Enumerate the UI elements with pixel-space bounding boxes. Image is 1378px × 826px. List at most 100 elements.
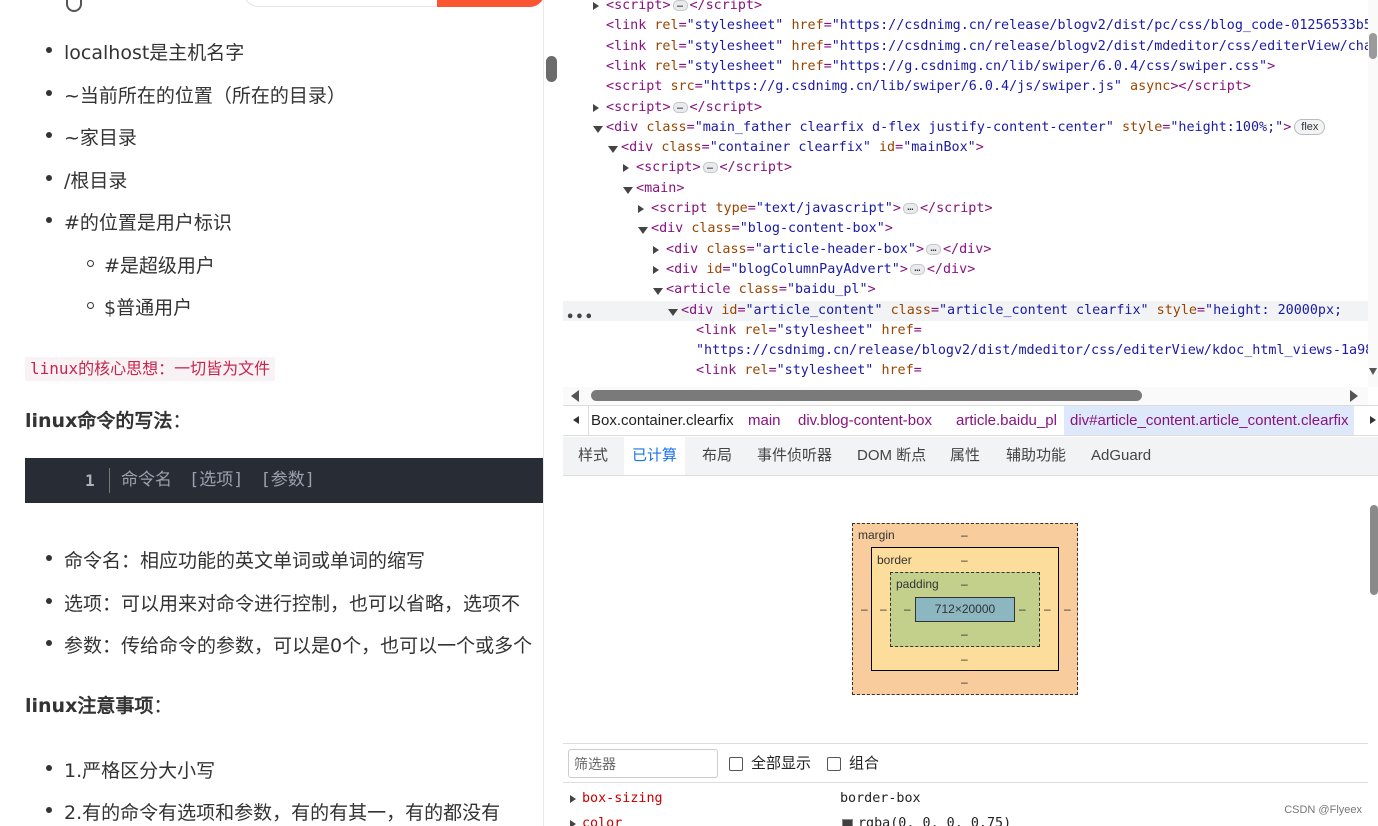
collapse-arrow-icon[interactable] xyxy=(653,288,663,295)
computed-property-row[interactable]: box-sizing border-box xyxy=(563,787,1368,811)
breadcrumb-item[interactable]: article.baidu_pl xyxy=(950,406,1063,435)
tab-properties[interactable]: 属性 xyxy=(942,437,988,475)
punctuation: < xyxy=(606,120,615,135)
margin-right-value[interactable]: – xyxy=(1064,602,1071,616)
expand-ellipsis-icon[interactable]: … xyxy=(702,161,718,173)
dom-node-row[interactable]: <script>… </script> xyxy=(563,158,1368,178)
padding-left-value[interactable]: – xyxy=(904,602,911,616)
tab-accessibility[interactable]: 辅助功能 xyxy=(998,437,1074,475)
expand-arrow-icon[interactable] xyxy=(653,266,659,274)
expand-arrow-icon[interactable] xyxy=(653,246,659,254)
dom-node-row[interactable]: <link rel="stylesheet" href="https://csd… xyxy=(563,37,1368,57)
dom-node-row[interactable]: <script type="text/javascript">… </script… xyxy=(563,199,1368,219)
article-scrollbar[interactable] xyxy=(543,0,563,826)
breadcrumb-item[interactable]: div.blog-content-box xyxy=(792,406,938,435)
dom-node-row[interactable]: <main> xyxy=(563,179,1368,199)
border-right-value[interactable]: – xyxy=(1044,602,1051,616)
tab-layout[interactable]: 布局 xyxy=(694,437,740,475)
dom-tree-vertical-scrollbar-thumb[interactable] xyxy=(1369,33,1377,59)
punctuation: = xyxy=(737,303,746,318)
tab-event-listeners[interactable]: 事件侦听器 xyxy=(749,437,840,475)
collapse-arrow-icon[interactable] xyxy=(638,227,648,234)
scroll-down-arrow-icon[interactable] xyxy=(1369,368,1377,375)
breadcrumb-item[interactable]: Box.container.clearfix xyxy=(585,406,740,435)
tab-adguard[interactable]: AdGuard xyxy=(1083,437,1159,475)
dom-node-row[interactable]: <link rel="stylesheet" href="https://g.c… xyxy=(563,57,1368,77)
collapse-arrow-icon[interactable] xyxy=(593,126,603,133)
border-bottom-value[interactable]: – xyxy=(961,652,968,666)
expand-arrow-icon[interactable] xyxy=(638,205,644,213)
dom-node-markup: "https://csdnimg.cn/release/blogv2/dist/… xyxy=(696,341,1368,361)
elements-dom-tree[interactable]: <script>… </script> <link rel="stylesheet"… xyxy=(563,0,1368,387)
expand-arrow-icon[interactable] xyxy=(570,795,576,803)
punctuation: = xyxy=(778,282,787,297)
breadcrumb-item[interactable]: main xyxy=(742,406,787,435)
filter-input[interactable] xyxy=(568,749,718,778)
list-item: ~当前所在的位置（所在的目录） xyxy=(64,85,346,107)
dom-node-row[interactable]: <script>… </script> xyxy=(563,98,1368,118)
computed-pane-scrollbar-thumb[interactable] xyxy=(1370,505,1378,595)
punctuation: < xyxy=(606,0,615,13)
scroll-right-arrow-icon[interactable] xyxy=(1350,390,1358,402)
expand-arrow-icon[interactable] xyxy=(593,2,599,10)
top-search-button[interactable] xyxy=(437,0,543,7)
padding-right-value[interactable]: – xyxy=(1019,602,1026,616)
dom-node-row[interactable]: <div class="main_father clearfix d-flex … xyxy=(563,118,1368,138)
dom-node-row-selected[interactable]: <div id="article_content" class="article… xyxy=(563,301,1368,321)
dom-node-row[interactable]: <script>… </script> xyxy=(563,0,1368,16)
punctuation: < xyxy=(606,100,615,115)
margin-left-value[interactable]: – xyxy=(861,602,868,616)
flex-badge[interactable]: flex xyxy=(1294,119,1326,135)
collapse-arrow-icon[interactable] xyxy=(668,309,678,316)
chevron-right-icon[interactable] xyxy=(1370,416,1376,424)
tab-computed[interactable]: 已计算 xyxy=(624,437,686,475)
tab-dom-breakpoints[interactable]: DOM 断点 xyxy=(849,437,934,475)
expand-ellipsis-icon[interactable]: … xyxy=(672,0,688,11)
margin-bottom-value[interactable]: – xyxy=(961,675,968,689)
expand-arrow-icon[interactable] xyxy=(623,164,629,172)
article-scrollbar-thumb[interactable] xyxy=(546,56,557,82)
expand-arrow-icon[interactable] xyxy=(570,820,576,826)
dom-node-row[interactable]: <link rel="stylesheet" href="https://csd… xyxy=(563,16,1368,36)
list-item: $普通用户 xyxy=(104,297,193,319)
dom-node-row[interactable]: <div class="container clearfix" id="main… xyxy=(563,138,1368,158)
expand-arrow-icon[interactable] xyxy=(593,104,599,112)
collapse-arrow-icon[interactable] xyxy=(608,146,618,153)
dom-node-row[interactable]: <div class="article-header-box">… </div> xyxy=(563,240,1368,260)
dom-node-row[interactable]: <link rel="stylesheet" href= xyxy=(563,321,1368,341)
dom-node-row[interactable]: <div class="blog-content-box"> xyxy=(563,219,1368,239)
attribute-name: href xyxy=(791,39,824,54)
selected-row-more-icon[interactable]: ••• xyxy=(566,310,594,325)
punctuation: < xyxy=(621,140,630,155)
scroll-left-arrow-icon[interactable] xyxy=(571,390,579,402)
dom-node-row[interactable]: <script src="https://g.csdnimg.cn/lib/sw… xyxy=(563,77,1368,97)
collapse-arrow-icon[interactable] xyxy=(623,187,633,194)
dom-tree-horizontal-scrollbar-thumb[interactable] xyxy=(591,390,1142,401)
dom-node-row[interactable]: <link rel="stylesheet" href= xyxy=(563,361,1368,381)
punctuation: = xyxy=(1196,303,1206,318)
expand-ellipsis-icon[interactable]: … xyxy=(672,101,688,113)
dom-node-row[interactable]: "https://csdnimg.cn/release/blogv2/dist/… xyxy=(563,341,1368,361)
padding-bottom-value[interactable]: – xyxy=(961,627,968,641)
dom-node-row[interactable]: <div id="blogColumnPayAdvert">… </div> xyxy=(563,260,1368,280)
show-all-label[interactable]: 全部显示 xyxy=(751,754,811,774)
show-all-checkbox[interactable] xyxy=(729,757,743,771)
border-top-value[interactable]: – xyxy=(961,553,968,567)
dom-node-row[interactable]: <article class="baidu_pl"> xyxy=(563,280,1368,300)
expand-ellipsis-icon[interactable]: … xyxy=(902,202,918,214)
expand-ellipsis-icon[interactable]: … xyxy=(909,263,925,275)
computed-property-row[interactable]: color rgba(0, 0, 0, 0.75) xyxy=(563,812,1368,826)
punctuation: = xyxy=(768,363,777,378)
expand-ellipsis-icon[interactable]: … xyxy=(926,243,941,255)
tab-styles[interactable]: 样式 xyxy=(570,437,616,475)
attribute-value: "https://csdnimg.cn/release/blogv2/dist/… xyxy=(831,18,1368,33)
group-checkbox[interactable] xyxy=(827,757,841,771)
color-swatch[interactable] xyxy=(842,819,853,826)
box-model-content-size[interactable]: 712×20000 xyxy=(915,597,1015,622)
group-label[interactable]: 组合 xyxy=(849,754,879,774)
border-left-value[interactable]: – xyxy=(880,602,887,616)
margin-top-value[interactable]: – xyxy=(961,528,968,542)
breadcrumb-item-selected[interactable]: div#article_content.article_content.clea… xyxy=(1064,406,1355,435)
padding-top-value[interactable]: – xyxy=(961,577,968,591)
list-item: #的位置是用户标识 xyxy=(64,212,232,234)
